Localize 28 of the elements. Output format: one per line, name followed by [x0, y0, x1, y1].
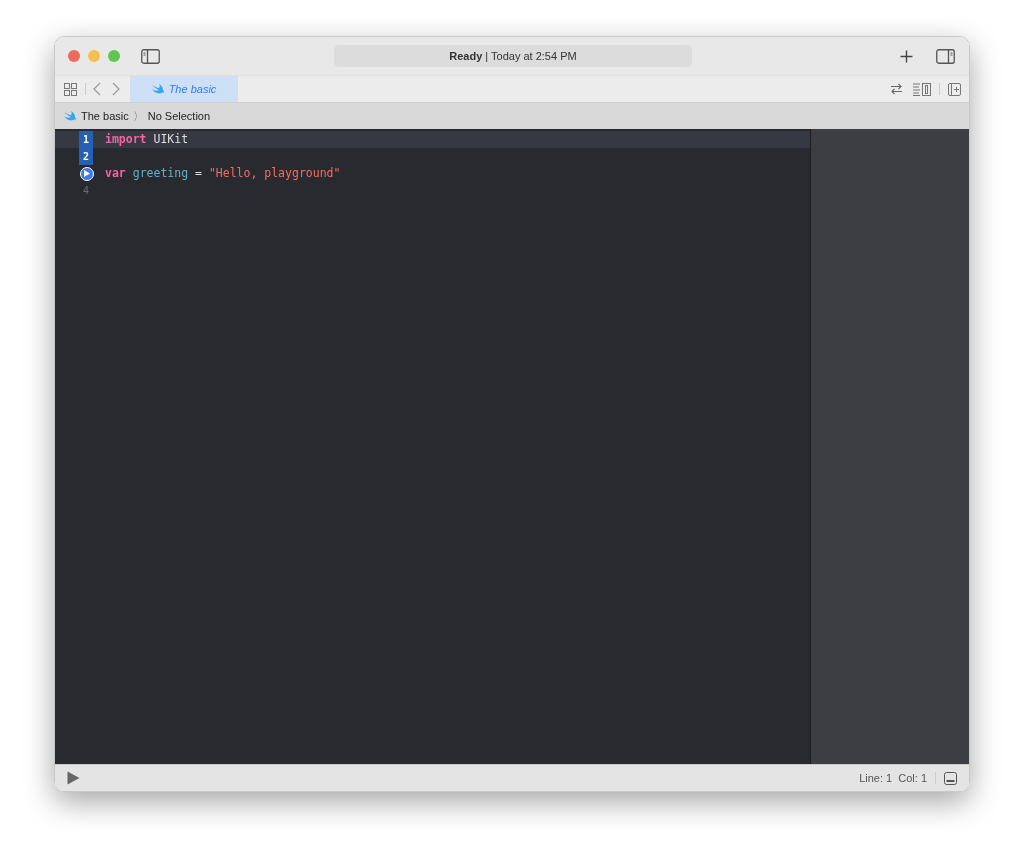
line-number: 2	[79, 148, 93, 165]
code-editor[interactable]: 1 import UIKit 2 var greeting = "Hello, playground" 4	[55, 129, 810, 764]
line-number: 1	[79, 131, 93, 148]
run-line-button[interactable]	[80, 166, 94, 181]
status-time: | Today at 2:54 PM	[485, 48, 577, 64]
swift-icon	[64, 111, 76, 121]
breadcrumb-selection[interactable]: No Selection	[147, 107, 211, 125]
status-label: Ready	[449, 48, 483, 64]
add-icon[interactable]	[900, 49, 913, 63]
swift-icon	[151, 84, 164, 94]
cursor-position: Line: 1 Col: 1	[859, 770, 927, 786]
line-number: 4	[82, 184, 90, 198]
editor-options-icon[interactable]	[913, 82, 932, 96]
forward-icon[interactable]	[112, 82, 120, 96]
swap-arrows-icon[interactable]	[890, 83, 903, 95]
inspector-toggle-icon[interactable]	[936, 48, 955, 64]
grid-icon[interactable]	[64, 82, 77, 96]
breadcrumb-file[interactable]: The basic	[81, 107, 129, 125]
breadcrumb-separator: 〉	[132, 108, 144, 124]
close-button[interactable]	[68, 50, 80, 62]
code-line: var greeting = "Hello, playground"	[105, 164, 341, 182]
play-icon[interactable]	[67, 771, 80, 785]
code-line: import UIKit	[105, 130, 189, 148]
sidebar-toggle-icon[interactable]	[141, 48, 160, 64]
debug-area-icon[interactable]	[944, 771, 957, 785]
back-icon[interactable]	[93, 82, 101, 96]
add-editor-icon[interactable]	[948, 82, 961, 96]
play-icon	[84, 170, 90, 177]
